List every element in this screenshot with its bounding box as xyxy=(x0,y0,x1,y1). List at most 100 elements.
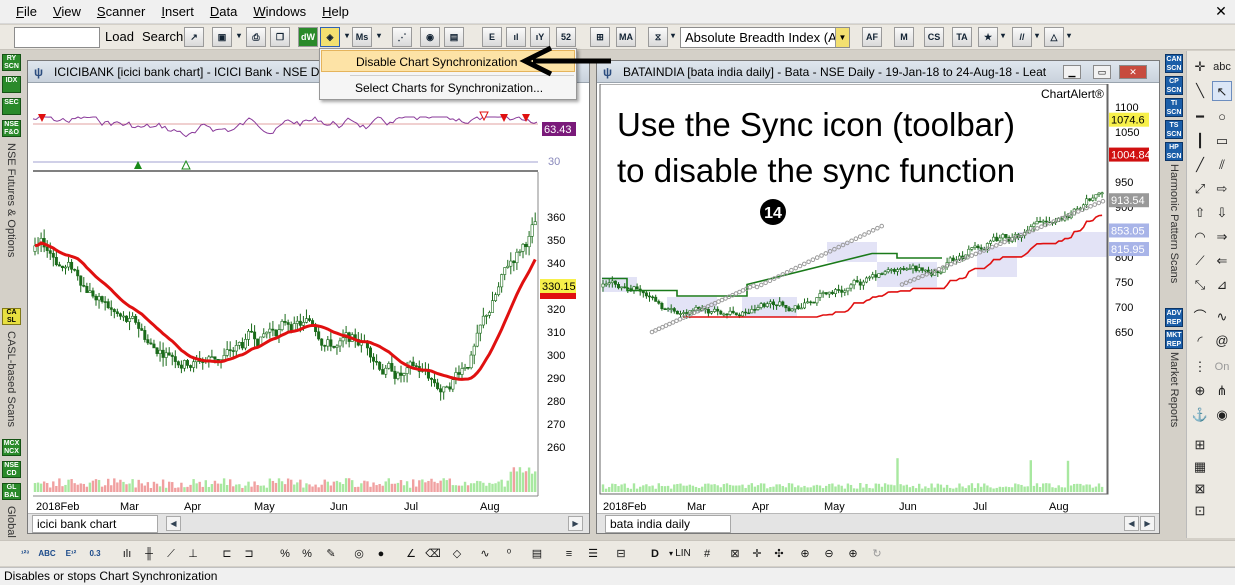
table-icon[interactable]: ⊟ xyxy=(612,545,630,563)
sidebar-label-harmonic[interactable]: Harmonic Pattern Scans xyxy=(1168,164,1180,283)
sidebar-button-sec[interactable]: SEC xyxy=(2,98,21,115)
sidebar-button-advrep[interactable]: ADV REP xyxy=(1165,308,1183,327)
pointer-icon[interactable]: ↖ xyxy=(1212,81,1232,101)
load-button[interactable]: Load xyxy=(105,29,134,44)
sidebar-label-nse-fo[interactable]: NSE Futures & Options xyxy=(5,143,17,257)
left-arrow-icon[interactable]: ⇐ xyxy=(1212,251,1232,271)
fan-icon[interactable]: ⟋ xyxy=(1190,251,1210,271)
cross-box-icon[interactable]: ⊠ xyxy=(726,545,744,563)
pattern-icon[interactable]: △ xyxy=(1044,27,1064,47)
symbol-search-input[interactable] xyxy=(14,27,100,48)
sidebar-button-tiscn[interactable]: TI SCN xyxy=(1165,98,1183,117)
minimize-icon[interactable]: ▁ xyxy=(1063,65,1081,79)
report-icon[interactable]: ▤ xyxy=(528,545,546,563)
chevron-down-icon[interactable]: ▾ xyxy=(1032,27,1042,47)
matrix-icon[interactable]: ⊡ xyxy=(1190,501,1210,521)
down-arrow-icon[interactable]: ⇩ xyxy=(1212,203,1232,223)
chevron-down-icon[interactable]: ▼ xyxy=(835,28,849,47)
close-icon[interactable]: ✕ xyxy=(1119,65,1147,79)
zoom-out-icon[interactable]: ⊖ xyxy=(820,545,838,563)
menu-windows[interactable]: Windows xyxy=(245,0,314,24)
scroll-right-icon[interactable]: ▶ xyxy=(1140,516,1155,531)
snap-icon[interactable]: ✣ xyxy=(770,545,788,563)
shape-icon[interactable]: ◇ xyxy=(448,545,466,563)
trend-icon[interactable]: // xyxy=(1012,27,1032,47)
chart-sync-icon[interactable]: ◈ xyxy=(320,27,340,47)
grid-toggle-icon[interactable]: # xyxy=(698,545,716,563)
chart-tab[interactable]: icici bank chart xyxy=(32,515,158,533)
sidebar-button-mktrep[interactable]: MKT REP xyxy=(1165,330,1183,349)
list-icon[interactable]: ≡ xyxy=(560,545,578,563)
grid-tool-icon[interactable]: ⊕ xyxy=(1190,381,1210,401)
chart-window-icicibank[interactable]: ψ ICICIBANK [icici bank chart] - ICICI B… xyxy=(27,60,590,534)
chart-window-bataindia[interactable]: ψ BATAINDIA [bata india daily] - Bata - … xyxy=(596,60,1160,534)
erase-icon[interactable]: ⌫ xyxy=(424,545,442,563)
bar-chart-icon[interactable]: ılı xyxy=(118,545,136,563)
arc-icon[interactable]: ◠ xyxy=(1190,227,1210,247)
sidebar-button-ryscn[interactable]: RY SCN xyxy=(2,54,21,71)
sidebar-label-casl[interactable]: CASL-based Scans xyxy=(5,331,17,427)
close-icon[interactable]: ✕ xyxy=(1213,4,1229,20)
trendline-icon[interactable]: ╲ xyxy=(1190,81,1210,101)
sidebar-button-nsecd[interactable]: NSE CD xyxy=(2,461,21,478)
sidebar-label-global[interactable]: Global I xyxy=(5,506,17,544)
list2-icon[interactable]: ☰ xyxy=(584,545,602,563)
rectangle-icon[interactable]: ▭ xyxy=(1212,131,1232,151)
chevron-down-icon[interactable]: ▾ xyxy=(1064,27,1074,47)
gauge-icon[interactable]: ◉ xyxy=(420,27,440,47)
up-arrow-icon[interactable]: ⇧ xyxy=(1190,203,1210,223)
abc-label-icon[interactable]: ⁰ xyxy=(500,545,518,563)
timezone-icon[interactable]: ⋮ xyxy=(1190,357,1210,377)
ms-icon[interactable]: Ms xyxy=(352,27,372,47)
fit-icon[interactable]: ⊐ xyxy=(240,545,258,563)
indicator-icon[interactable]: E xyxy=(482,27,502,47)
window-icon[interactable]: ▤ xyxy=(444,27,464,47)
eye-icon[interactable]: ◉ xyxy=(1212,405,1232,425)
scroll-right-icon[interactable]: ▶ xyxy=(568,516,583,531)
text-tool[interactable]: abc xyxy=(1212,57,1232,77)
mpvt-icon[interactable]: M xyxy=(894,27,914,47)
ma-icon[interactable]: MA xyxy=(616,27,636,47)
cycle-icon[interactable]: ⌒ xyxy=(1190,307,1210,327)
target-icon[interactable]: ◎ xyxy=(350,545,368,563)
chart-tab[interactable]: bata india daily xyxy=(605,515,731,533)
autofib-icon[interactable]: AF xyxy=(862,27,882,47)
search-button[interactable]: Search xyxy=(142,29,183,44)
line-icon[interactable]: ╱ xyxy=(1190,155,1210,175)
cursor-cross-icon[interactable]: ✛ xyxy=(748,545,766,563)
sidebar-button-nsefo[interactable]: NSE F&O xyxy=(2,120,21,137)
sidebar-button-tsscn[interactable]: TS SCN xyxy=(1165,120,1183,139)
chart-title-bar[interactable]: ψ BATAINDIA [bata india daily] - Bata - … xyxy=(597,61,1159,83)
grid-icon[interactable]: ⋰ xyxy=(392,27,412,47)
gann-box-icon[interactable]: ⊞ xyxy=(1190,435,1210,455)
line-chart-icon[interactable]: ⟋ xyxy=(162,545,180,563)
star-icon[interactable]: ★ xyxy=(978,27,998,47)
sync-icon[interactable]: ↗ xyxy=(184,27,204,47)
anchor-icon[interactable]: ⚓ xyxy=(1190,405,1210,425)
chevron-down-icon[interactable]: ▾ xyxy=(998,27,1008,47)
channel-icon[interactable]: ⫽ xyxy=(1212,155,1232,175)
sidebar-button-cpscn[interactable]: CP SCN xyxy=(1165,76,1183,95)
sidebar-button-canscn[interactable]: CAN SCN xyxy=(1165,54,1183,73)
abc-wave-icon[interactable]: ∿ xyxy=(476,545,494,563)
chevron-down-icon[interactable]: ▾ xyxy=(342,27,352,47)
sidebar-label-market-reports[interactable]: Market Reports xyxy=(1168,352,1180,427)
percent2-icon[interactable]: % xyxy=(298,545,316,563)
sidebar-button-mcx[interactable]: MCX NCX xyxy=(2,439,21,456)
pencil-icon[interactable]: ✎ xyxy=(322,545,340,563)
zoom-icon[interactable]: ⊏ xyxy=(218,545,236,563)
gann-square-icon[interactable]: ▦ xyxy=(1190,457,1210,477)
num-e123-icon[interactable]: E¹² xyxy=(62,545,80,563)
copy-icon[interactable]: ❐ xyxy=(270,27,290,47)
chart-canvas-right[interactable]: 11001050950900800750700650ChartAlert®107… xyxy=(597,84,1159,514)
spiral-icon[interactable]: @ xyxy=(1212,331,1232,351)
fib-arrow-icon[interactable]: ⇨ xyxy=(1212,179,1232,199)
maximize-icon[interactable]: ▭ xyxy=(1093,65,1111,79)
cross-icon[interactable]: ✛ xyxy=(1190,57,1210,77)
wave-icon[interactable]: ∿ xyxy=(1212,307,1232,327)
num-123-icon[interactable]: ¹²³ xyxy=(16,545,34,563)
chevron-down-icon[interactable]: ▾ xyxy=(668,27,678,47)
hline-icon[interactable]: ━ xyxy=(1190,107,1210,127)
arc-tool-icon[interactable]: ◜ xyxy=(1190,331,1210,351)
zoom-in-icon[interactable]: ⊕ xyxy=(796,545,814,563)
